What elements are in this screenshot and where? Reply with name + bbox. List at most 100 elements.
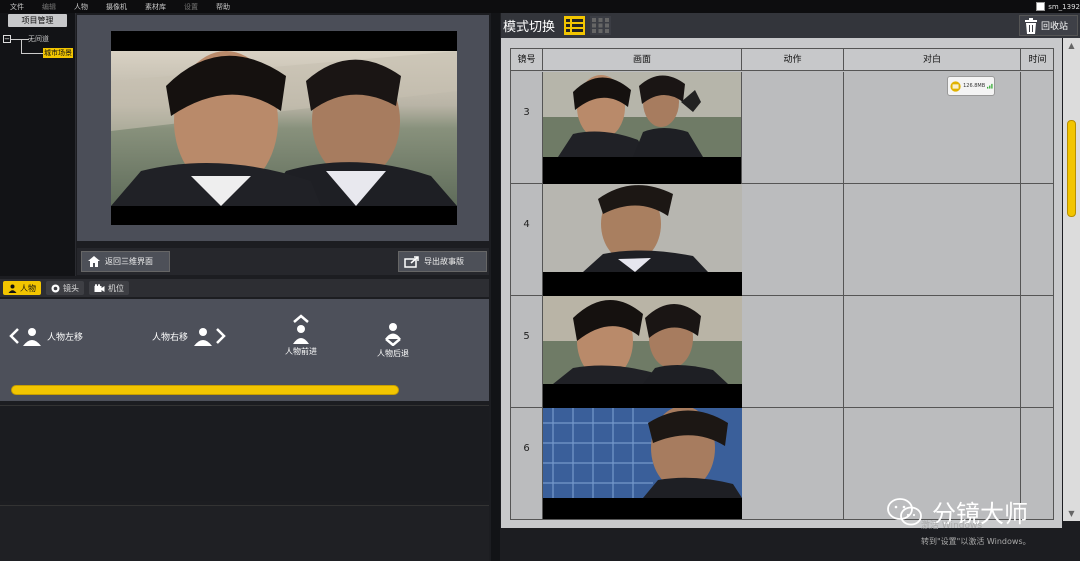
move-forward-button[interactable]: 人物前进: [285, 314, 317, 357]
storyboard-table: 镜号 画面 动作 对白 时间 3 126.8MB 4 5 6: [510, 48, 1054, 520]
bottom-panel: [0, 505, 489, 561]
grid-icon: [592, 18, 609, 33]
storyboard-area: 镜号 画面 动作 对白 时间 3 126.8MB 4 5 6: [501, 38, 1062, 528]
export-icon: [404, 256, 419, 268]
column-header-time[interactable]: 时间: [1021, 49, 1053, 71]
shot-cell: [511, 408, 543, 519]
column-header-action[interactable]: 动作: [742, 49, 844, 71]
user-box[interactable]: sm_1392: [1036, 1, 1080, 12]
character-control-panel: 人物左移 人物右移 人物前进 人物后退: [0, 299, 489, 401]
table-row[interactable]: 5: [511, 296, 1053, 408]
grid-mode-button[interactable]: [590, 16, 611, 35]
shot-number: 3: [511, 72, 543, 184]
scroll-up-icon[interactable]: ▲: [1063, 38, 1080, 53]
menu-assets[interactable]: 素材库: [145, 2, 166, 12]
windows-activation-title: 激活 Windows: [921, 521, 983, 531]
scroll-down-icon[interactable]: ▼: [1063, 506, 1080, 521]
signal-icon: [987, 83, 993, 89]
menu-file[interactable]: 文件: [10, 2, 24, 12]
menu-edit[interactable]: 编辑: [42, 2, 56, 12]
tree-connector: [21, 53, 43, 54]
move-right-label: 人物右移: [152, 332, 189, 343]
shot-cell: [511, 296, 543, 408]
tree-connector: [21, 40, 22, 53]
audio-clip-badge[interactable]: 126.8MB: [947, 76, 995, 96]
storyboard-scrollbar[interactable]: ▲ ▼: [1063, 38, 1080, 521]
column-header-frame[interactable]: 画面: [543, 49, 742, 71]
tab-lens[interactable]: 镜头: [46, 281, 84, 295]
camera-icon: [94, 283, 105, 292]
recycle-bin-button[interactable]: 回收站: [1019, 15, 1078, 36]
column-header-dialogue[interactable]: 对白: [844, 49, 1021, 71]
dialogue-cell[interactable]: [844, 296, 1021, 408]
app-window: { "menu": { "items": [ {"label": "文件", "…: [0, 0, 1080, 561]
movement-slider[interactable]: [11, 385, 399, 395]
home-icon: [88, 256, 100, 267]
move-forward-icon: [293, 314, 309, 344]
move-right-button[interactable]: 人物右移: [152, 326, 226, 346]
tab-lens-label: 镜头: [63, 283, 79, 293]
action-cell[interactable]: [742, 184, 844, 296]
preview-panel: [77, 15, 489, 241]
tab-camera-position[interactable]: 机位: [89, 281, 129, 295]
frame-thumbnail[interactable]: [543, 296, 742, 408]
preview-scene-image: [111, 51, 457, 206]
time-cell[interactable]: [1021, 296, 1053, 408]
user-name: sm_1392: [1048, 2, 1080, 11]
menu-help[interactable]: 帮助: [216, 2, 230, 12]
back-to-3d-button[interactable]: 返回三维界面: [81, 251, 170, 272]
move-left-icon: [9, 328, 41, 346]
project-manage-button[interactable]: 项目管理: [8, 14, 67, 27]
scrollbar-thumb[interactable]: [1067, 120, 1076, 217]
windows-activation-hint: 转到"设置"以激活 Windows。: [921, 537, 1031, 546]
menu-bar: 文件 编辑 人物 摄像机 素材库 设置 帮助 sm_1392: [0, 0, 1080, 13]
action-cell[interactable]: [742, 408, 844, 519]
move-backward-button[interactable]: 人物后退: [377, 322, 409, 359]
audio-icon: [950, 80, 961, 92]
user-checkbox[interactable]: [1036, 2, 1046, 11]
frame-thumbnail[interactable]: [543, 184, 742, 296]
move-left-button[interactable]: 人物左移: [9, 326, 83, 346]
panel-divider[interactable]: [491, 13, 500, 561]
tab-camera-position-label: 机位: [108, 283, 124, 293]
lens-icon: [51, 284, 60, 292]
move-backward-icon: [385, 323, 401, 346]
frame-thumbnail[interactable]: [543, 408, 742, 519]
tree-connector: [11, 39, 29, 40]
collapse-icon[interactable]: −: [3, 35, 11, 43]
preview-viewport[interactable]: [111, 31, 457, 225]
table-row[interactable]: 3 126.8MB: [511, 72, 1053, 184]
tree-node-scene[interactable]: 城市场景: [43, 48, 73, 58]
column-header-shot[interactable]: 镜号: [511, 49, 543, 71]
menu-settings[interactable]: 设置: [184, 2, 198, 12]
frame-thumbnail[interactable]: [543, 72, 742, 184]
tree-node-project[interactable]: 无间道: [28, 34, 49, 44]
menu-character[interactable]: 人物: [74, 2, 88, 12]
export-storyboard-label: 导出故事版: [424, 257, 464, 266]
list-icon: [566, 19, 583, 32]
action-cell[interactable]: [742, 72, 844, 184]
recycle-bin-label: 回收站: [1041, 22, 1069, 32]
move-right-icon: [194, 328, 226, 346]
list-mode-button[interactable]: [564, 16, 585, 35]
storyboard-header: 模式切换 回收站: [501, 13, 1080, 38]
dialogue-cell[interactable]: [844, 184, 1021, 296]
lower-panel: [0, 405, 489, 501]
action-cell[interactable]: [742, 296, 844, 408]
wechat-icon: [887, 497, 922, 525]
audio-size: 126.8MB: [963, 83, 986, 89]
export-storyboard-button[interactable]: 导出故事版: [398, 251, 487, 272]
move-left-label: 人物左移: [47, 332, 84, 343]
time-cell[interactable]: [1021, 72, 1053, 184]
project-tree-panel: 项目管理 − 无间道 城市场景: [0, 13, 76, 276]
tab-character[interactable]: 人物: [3, 281, 41, 295]
menu-camera[interactable]: 摄像机: [106, 2, 127, 12]
tool-tabs: 人物 镜头 机位: [0, 279, 489, 297]
mode-switch-label: 模式切换: [503, 20, 556, 35]
trash-icon: [1025, 17, 1037, 34]
table-row[interactable]: 4: [511, 184, 1053, 296]
time-cell[interactable]: [1021, 184, 1053, 296]
move-forward-label: 人物前进: [285, 347, 317, 356]
move-backward-label: 人物后退: [377, 349, 409, 358]
back-to-3d-label: 返回三维界面: [105, 257, 153, 266]
